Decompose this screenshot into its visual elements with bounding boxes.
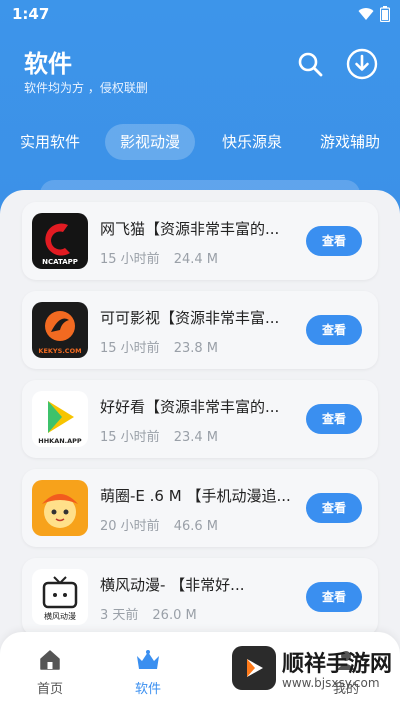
- nav-home[interactable]: 首页: [20, 646, 80, 697]
- app-icon-hhkan: HHKAN.APP: [32, 391, 88, 447]
- view-button[interactable]: 查看: [306, 315, 362, 345]
- list-item[interactable]: KEKYS.COM 可可影视【资源非常丰富... 15 小时前 23.8 M 查看: [22, 291, 378, 369]
- app-icon-label: KEKYS.COM: [38, 347, 81, 355]
- wifi-icon: [358, 8, 374, 20]
- nav-software-label: 软件: [134, 682, 161, 697]
- watermark-logo-icon: [232, 646, 276, 690]
- app-meta: 3 天前 26.0 M: [100, 604, 197, 623]
- app-size: 46.6 M: [173, 519, 218, 534]
- app-meta: 20 小时前 46.6 M: [100, 515, 218, 534]
- search-button[interactable]: [294, 48, 326, 80]
- app-icon-label: NCATAPP: [42, 258, 78, 266]
- list-item[interactable]: 横风动漫 横风动漫- 【非常好... 3 天前 26.0 M 查看: [22, 558, 378, 636]
- app-size: 24.4 M: [173, 252, 218, 267]
- list-item[interactable]: HHKAN.APP 好好看【资源非常丰富的... 15 小时前 23.4 M 查看: [22, 380, 378, 458]
- app-updated-time: 15 小时前: [100, 341, 160, 356]
- app-updated-time: 15 小时前: [100, 430, 160, 445]
- status-icons: [358, 6, 390, 22]
- home-icon: [36, 646, 64, 674]
- list-item[interactable]: NCATAPP 网飞猫【资源非常丰富的... 15 小时前 24.4 M 查看: [22, 202, 378, 280]
- app-meta: 15 小时前 24.4 M: [100, 248, 218, 267]
- download-button[interactable]: [346, 48, 378, 80]
- app-icon-label: 横风动漫: [44, 611, 76, 621]
- app-size: 23.4 M: [173, 430, 218, 445]
- status-bar: 1:47: [0, 0, 400, 28]
- view-button[interactable]: 查看: [306, 404, 362, 434]
- app-size: 23.8 M: [173, 341, 218, 356]
- app-name: 网飞猫【资源非常丰富的...: [100, 220, 280, 238]
- list-item[interactable]: 萌圈-E .6 M 【手机动漫追... 20 小时前 46.6 M 查看: [22, 469, 378, 547]
- category-tabs: 实用软件 影视动漫 快乐源泉 游戏辅助: [0, 124, 400, 160]
- app-meta: 15 小时前 23.8 M: [100, 337, 218, 356]
- page-title: 软件: [24, 50, 72, 78]
- battery-icon: [380, 6, 390, 22]
- search-icon: [298, 52, 323, 77]
- app-icon-ncat: NCATAPP: [32, 213, 88, 269]
- view-button[interactable]: 查看: [306, 582, 362, 612]
- tab-fun[interactable]: 快乐源泉: [210, 124, 294, 160]
- app-updated-time: 3 天前: [100, 608, 139, 623]
- tab-game-helper[interactable]: 游戏辅助: [308, 124, 392, 160]
- watermark-title: 顺祥手游网: [282, 652, 393, 677]
- app-icon-hengfeng: 横风动漫: [32, 569, 88, 625]
- tab-video-anime[interactable]: 影视动漫: [105, 124, 195, 160]
- app-meta: 15 小时前 23.4 M: [100, 426, 218, 445]
- page-subtitle: 软件均为方 ，侵权联删: [24, 81, 148, 95]
- download-icon: [346, 48, 378, 80]
- crown-icon: [134, 646, 162, 674]
- app-name: 好好看【资源非常丰富的...: [100, 398, 280, 416]
- nav-home-label: 首页: [36, 682, 63, 697]
- app-name: 可可影视【资源非常丰富...: [100, 309, 280, 327]
- app-icon-mengquan: [32, 480, 88, 536]
- watermark: 顺祥手游网 www.bjsxsy.com: [230, 636, 400, 706]
- app-updated-time: 15 小时前: [100, 252, 160, 267]
- app-name: 横风动漫- 【非常好...: [100, 576, 245, 594]
- app-icon-kekys: KEKYS.COM: [32, 302, 88, 358]
- app-name: 萌圈-E .6 M 【手机动漫追...: [100, 487, 291, 505]
- app-updated-time: 20 小时前: [100, 519, 160, 534]
- view-button[interactable]: 查看: [306, 226, 362, 256]
- watermark-url: www.bjsxsy.com: [282, 676, 380, 690]
- app-size: 26.0 M: [152, 608, 197, 623]
- tab-utility[interactable]: 实用软件: [8, 124, 92, 160]
- view-button[interactable]: 查看: [306, 493, 362, 523]
- app-icon-label: HHKAN.APP: [38, 437, 82, 445]
- nav-software[interactable]: 软件: [118, 646, 178, 697]
- status-time: 1:47: [12, 5, 50, 23]
